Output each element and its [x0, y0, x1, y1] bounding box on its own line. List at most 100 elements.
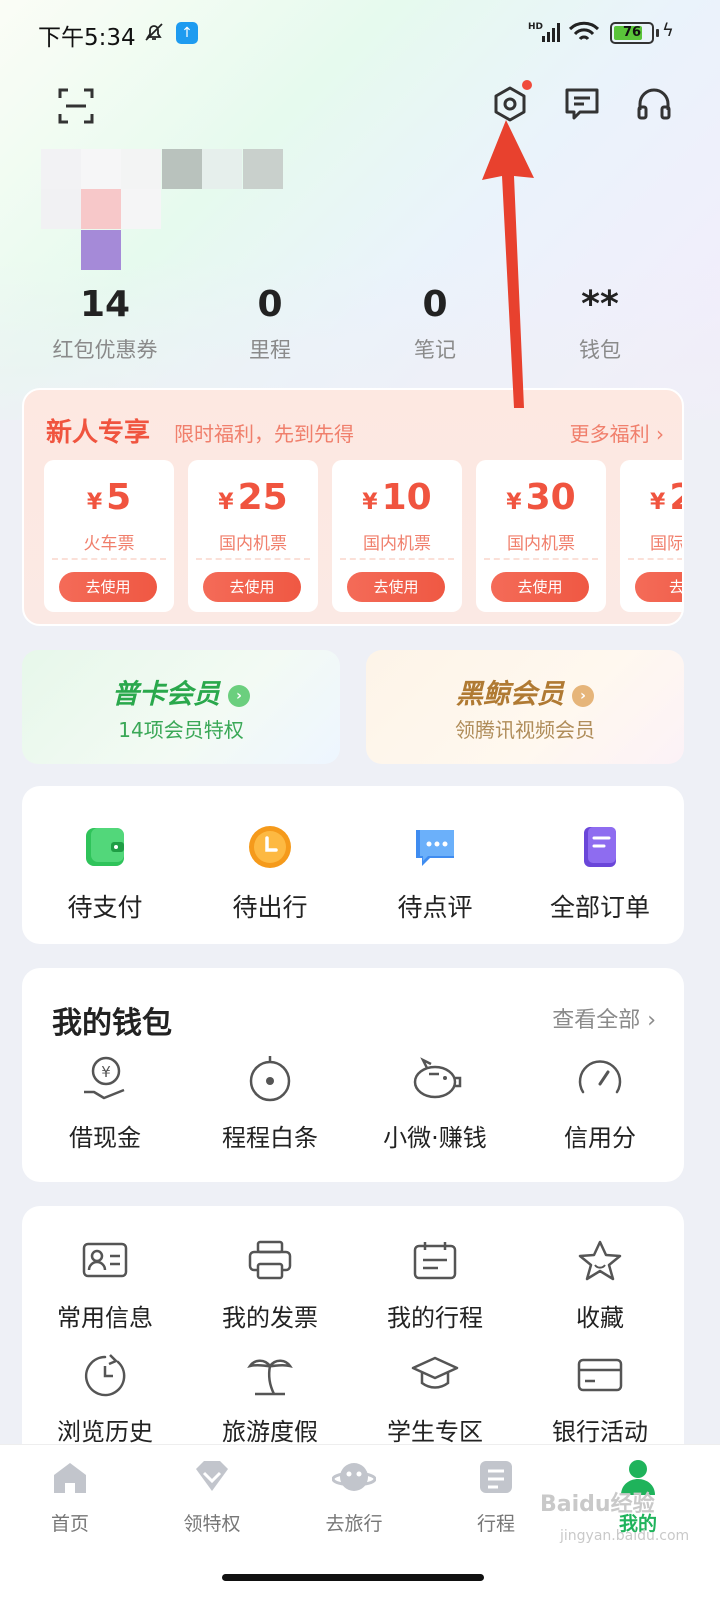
- nav-trips[interactable]: 行程: [436, 1457, 556, 1536]
- nav-privileges[interactable]: 领特权: [152, 1457, 272, 1536]
- nav-home[interactable]: 首页: [10, 1457, 130, 1536]
- coupon-card[interactable]: ¥10 国内机票 去使用: [332, 460, 462, 612]
- nav-label: 首页: [50, 1513, 89, 1535]
- service-my-trips[interactable]: 我的行程: [352, 1238, 518, 1333]
- service-invoice[interactable]: 我的发票: [187, 1238, 353, 1333]
- order-label: 待支付: [67, 893, 143, 922]
- coupon-name: 火车票: [83, 534, 135, 554]
- chevron-right-icon: ›: [228, 684, 250, 707]
- credit-target-icon: [249, 1056, 291, 1102]
- coupon-name: 国内机票: [219, 534, 287, 554]
- battery-icon: 76: [610, 22, 654, 44]
- charging-icon: ϟ: [662, 20, 674, 41]
- use-coupon-button[interactable]: 去使用: [347, 572, 445, 602]
- use-coupon-button[interactable]: 去使: [635, 572, 682, 602]
- battery-level: 76: [622, 25, 642, 40]
- clock-icon: [249, 826, 291, 868]
- headset-icon[interactable]: [634, 84, 674, 124]
- diamond-icon: [196, 1461, 228, 1491]
- settings-icon[interactable]: [490, 84, 530, 124]
- nav-travel[interactable]: 去旅行: [294, 1457, 414, 1536]
- use-coupon-button[interactable]: 去使用: [203, 572, 301, 602]
- order-label: 待点评: [397, 893, 473, 922]
- wallet-item-earn[interactable]: 小微·赚钱: [352, 1054, 518, 1153]
- service-favorites[interactable]: 收藏: [517, 1238, 683, 1333]
- service-history[interactable]: 浏览历史: [22, 1352, 188, 1447]
- watermark-logo: Baidu经验: [540, 1492, 655, 1517]
- order-pending-payment[interactable]: 待支付: [22, 824, 188, 924]
- star-icon: [578, 1240, 622, 1281]
- wallet-item-label: 程程白条: [222, 1124, 318, 1152]
- wallet-item-credit-score[interactable]: 信用分: [517, 1054, 683, 1153]
- order-pending-review[interactable]: 待点评: [352, 824, 518, 924]
- stat-value: 0: [257, 284, 283, 325]
- nav-label: 行程: [476, 1513, 515, 1535]
- home-icon: [54, 1463, 86, 1493]
- hd-label: HD: [528, 22, 543, 32]
- wallet-item-label: 小微·赚钱: [383, 1124, 487, 1152]
- coupon-card[interactable]: ¥5 火车票 去使用: [44, 460, 174, 612]
- graduation-cap-icon: [411, 1356, 459, 1389]
- coupon-card[interactable]: ¥30 国内机票 去使用: [476, 460, 606, 612]
- battery-tip: [656, 29, 659, 37]
- message-icon[interactable]: [562, 84, 602, 124]
- order-pending-trip[interactable]: 待出行: [187, 824, 353, 924]
- order-list-icon: [584, 827, 616, 867]
- wallet-item-baitiao[interactable]: 程程白条: [187, 1054, 353, 1153]
- service-student[interactable]: 学生专区: [352, 1352, 518, 1447]
- service-label: 学生专区: [387, 1418, 483, 1446]
- order-all[interactable]: 全部订单: [517, 824, 683, 924]
- newbie-panel: 新人专享 限时福利，先到先得 更多福利 › ¥5 火车票 去使用 ¥25 国内机…: [22, 388, 684, 626]
- svg-text:¥: ¥: [101, 1063, 111, 1081]
- cash-hand-icon: ¥: [84, 1056, 125, 1100]
- currency-symbol: ¥: [86, 490, 103, 515]
- chat-icon: [416, 830, 454, 866]
- wallet-item-cash[interactable]: ¥ 借现金: [22, 1054, 188, 1153]
- coupon-amount: 25: [237, 477, 288, 518]
- wallet-card: 我的钱包 查看全部 › ¥ 借现金 程程白条 小微·赚钱 信用分: [22, 968, 684, 1182]
- watermark-url: jingyan.baidu.com: [560, 1528, 690, 1544]
- coupon-amount: 30: [525, 477, 576, 518]
- service-bank-events[interactable]: 银行活动: [517, 1352, 683, 1447]
- service-label: 旅游度假: [222, 1418, 318, 1446]
- stat-label: 里程: [249, 338, 291, 362]
- wallet-icon: [86, 828, 124, 866]
- coupon-name: 国际: [650, 534, 684, 554]
- service-label: 收藏: [576, 1304, 624, 1332]
- home-indicator: [222, 1574, 484, 1581]
- service-label: 我的行程: [387, 1304, 483, 1332]
- stat-mileage[interactable]: 0 里程: [195, 282, 345, 364]
- standard-membership-card[interactable]: 普卡会员 › 14项会员特权: [22, 650, 340, 764]
- settings-badge: [522, 80, 532, 90]
- service-vacation[interactable]: 旅游度假: [187, 1352, 353, 1447]
- upload-notification-icon: ↑: [176, 22, 198, 44]
- wallet-item-label: 借现金: [69, 1124, 141, 1152]
- coupon-card[interactable]: ¥25 国内机票 去使用: [188, 460, 318, 612]
- gauge-icon: [578, 1060, 622, 1094]
- annotation-arrow: [482, 120, 534, 408]
- coupon-card[interactable]: ¥2 国际 去使: [620, 460, 684, 612]
- order-label: 待出行: [232, 893, 308, 922]
- history-icon: [84, 1354, 126, 1397]
- bank-card-icon: [577, 1358, 623, 1392]
- membership-title: 普卡会员: [112, 679, 220, 710]
- bell-muted-icon: [145, 23, 163, 41]
- stat-label: 红包优惠券: [52, 338, 158, 362]
- orders-card: 待支付 待出行 待点评 全部订单: [22, 786, 684, 944]
- view-all-link[interactable]: 查看全部 ›: [552, 1002, 656, 1034]
- signal-icon: HD: [528, 22, 560, 42]
- coupon-name: 国内机票: [363, 534, 431, 554]
- newbie-subtitle: 限时福利，先到先得: [174, 422, 354, 446]
- service-common-info[interactable]: 常用信息: [22, 1238, 188, 1333]
- currency-symbol: ¥: [506, 490, 522, 515]
- stat-coupons[interactable]: 14 红包优惠券: [30, 282, 180, 364]
- use-coupon-button[interactable]: 去使用: [59, 572, 157, 602]
- more-benefits-link[interactable]: 更多福利 ›: [570, 418, 664, 447]
- scan-icon[interactable]: [56, 86, 96, 126]
- newbie-title: 新人专享: [46, 418, 151, 448]
- black-whale-membership-card[interactable]: 黑鲸会员 › 领腾讯视频会员: [366, 650, 684, 764]
- currency-symbol: ¥: [218, 490, 234, 515]
- use-coupon-button[interactable]: 去使用: [491, 572, 589, 602]
- id-card-icon: [82, 1242, 128, 1278]
- trip-icon: [480, 1461, 512, 1493]
